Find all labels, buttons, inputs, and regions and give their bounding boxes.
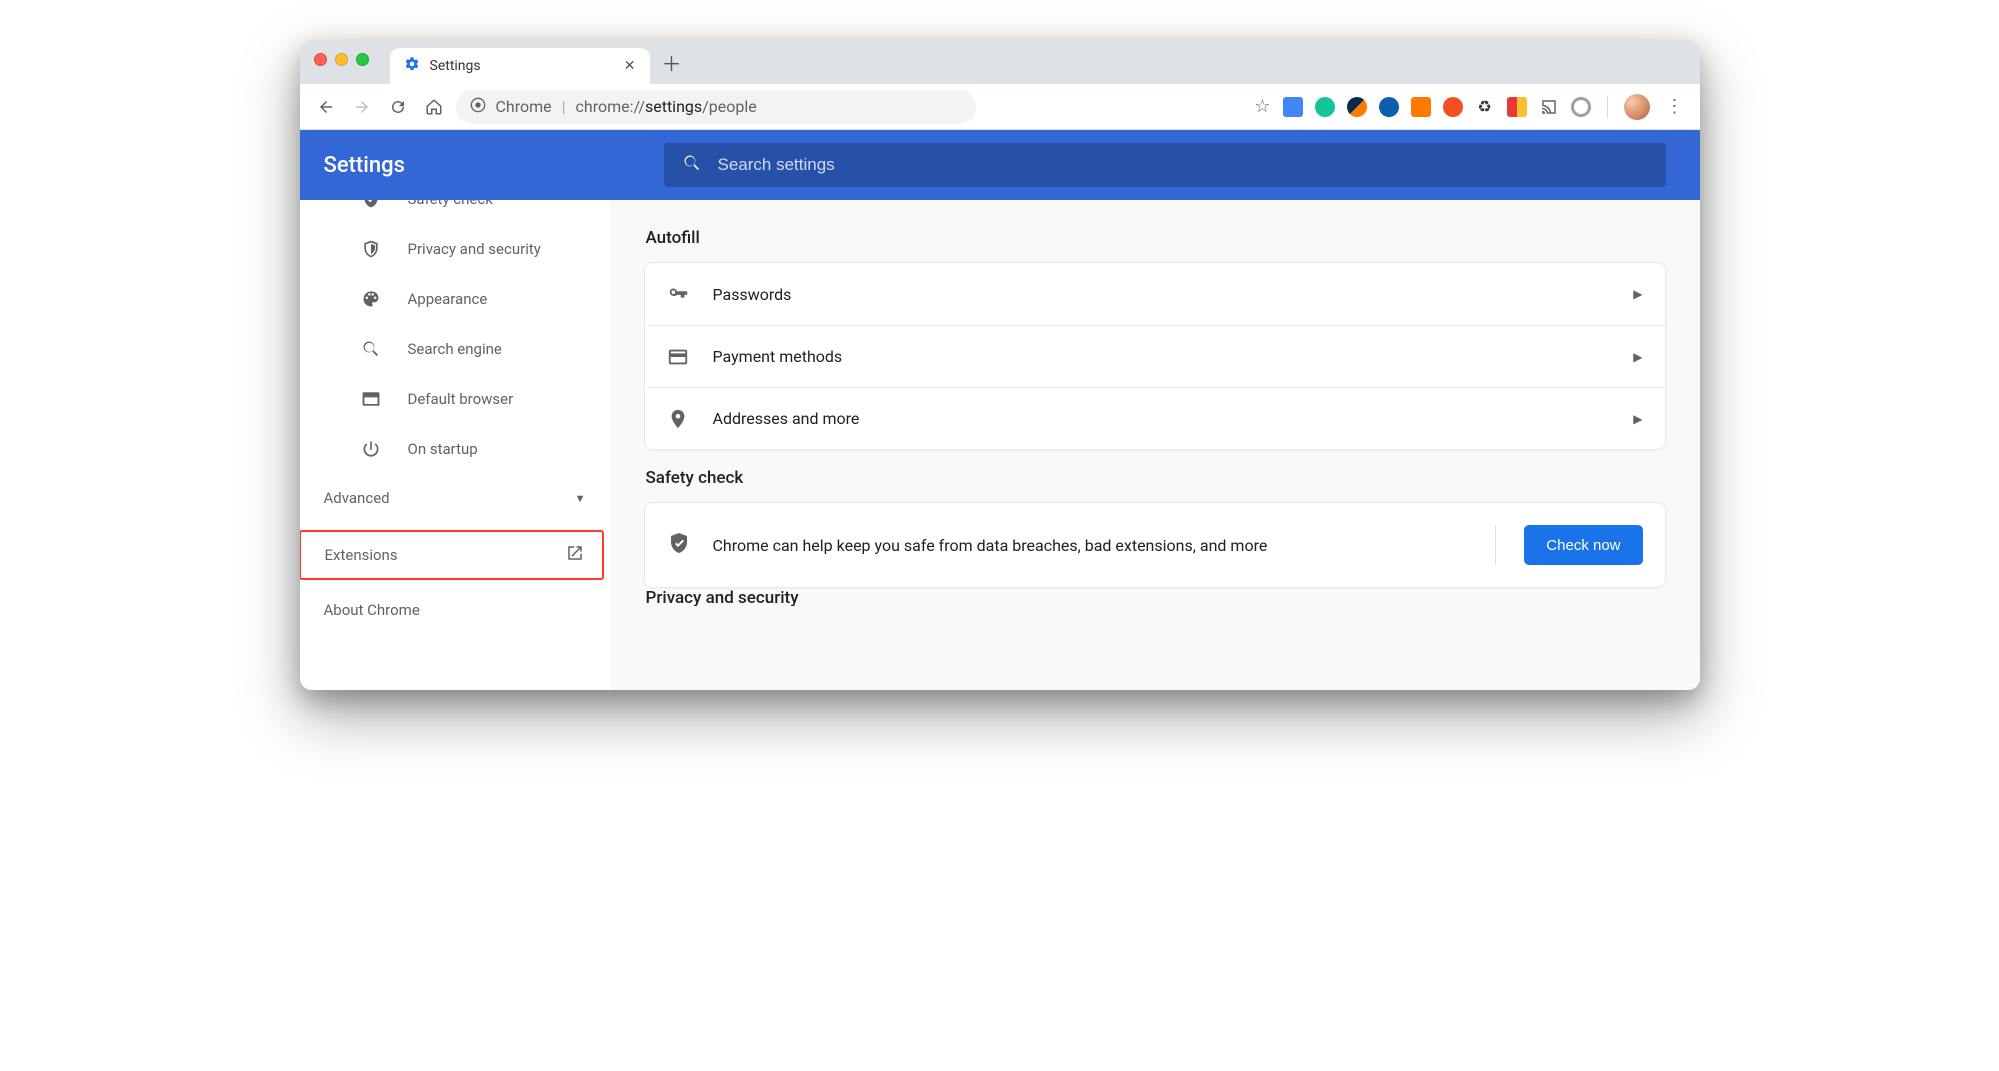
sidebar-extensions-label: Extensions	[325, 546, 398, 564]
toolbar-right: ☆ ♻ ⋮	[1254, 94, 1687, 120]
browser-icon	[360, 389, 382, 409]
sidebar-item-label: On startup	[408, 440, 478, 458]
ext-bookmark-icon[interactable]	[1507, 97, 1527, 117]
safety-check-card: Chrome can help keep you safe from data …	[644, 502, 1666, 588]
menu-button[interactable]: ⋮	[1662, 96, 1688, 117]
pin-icon	[667, 408, 689, 430]
row-payment-methods[interactable]: Payment methods ▶	[645, 325, 1665, 387]
ext-similarweb-icon[interactable]	[1347, 97, 1367, 117]
settings-header: Settings	[300, 130, 1700, 200]
ext-tomato-icon[interactable]	[1443, 97, 1463, 117]
sidebar-item-safety-check[interactable]: Safety check	[300, 200, 610, 224]
card-icon	[667, 346, 689, 368]
sidebar-item-privacy-security[interactable]: Privacy and security	[300, 224, 610, 274]
url-host: settings	[645, 97, 702, 116]
power-icon	[360, 439, 382, 459]
omnibox-separator: |	[562, 97, 566, 116]
section-title-privacy: Privacy and security	[646, 588, 1666, 606]
ext-recycle-icon[interactable]: ♻	[1475, 97, 1495, 117]
extensions-icons: ♻	[1283, 97, 1591, 117]
sidebar-item-label: Default browser	[408, 390, 514, 408]
sidebar-extensions[interactable]: Extensions	[300, 530, 604, 580]
chevron-right-icon: ▶	[1633, 287, 1642, 301]
search-settings-input[interactable]	[718, 155, 1648, 175]
url-scheme: chrome://	[576, 97, 645, 116]
sidebar-advanced[interactable]: Advanced ▼	[300, 474, 610, 522]
omnibox-url: chrome://settings/people	[576, 97, 757, 116]
url-path: /people	[702, 97, 757, 116]
autofill-card: Passwords ▶ Payment methods ▶ Addresses …	[644, 262, 1666, 450]
safety-check-text: Chrome can help keep you safe from data …	[713, 536, 1472, 555]
browser-window: Settings ✕ ＋ Chrome | chrome://settings/…	[300, 40, 1700, 690]
settings-title: Settings	[324, 153, 634, 178]
forward-button[interactable]	[348, 93, 376, 121]
sidebar-item-default-browser[interactable]: Default browser	[300, 374, 610, 424]
sidebar-item-appearance[interactable]: Appearance	[300, 274, 610, 324]
ext-amazon-icon[interactable]	[1379, 97, 1399, 117]
sidebar-item-label: Privacy and security	[408, 240, 541, 258]
divider	[1495, 525, 1496, 565]
tab-title: Settings	[430, 58, 481, 74]
gear-icon	[404, 56, 420, 76]
reload-button[interactable]	[384, 93, 412, 121]
chevron-right-icon: ▶	[1633, 412, 1642, 426]
browser-toolbar: Chrome | chrome://settings/people ☆ ♻	[300, 84, 1700, 130]
bookmark-star-icon[interactable]: ☆	[1254, 96, 1270, 117]
close-window-icon[interactable]	[314, 53, 327, 66]
sidebar-about-chrome[interactable]: About Chrome	[300, 588, 610, 632]
sidebar-item-label: Appearance	[408, 290, 488, 308]
sidebar-item-search-engine[interactable]: Search engine	[300, 324, 610, 374]
maximize-window-icon[interactable]	[356, 53, 369, 66]
back-button[interactable]	[312, 93, 340, 121]
palette-icon	[360, 289, 382, 309]
key-icon	[667, 283, 689, 305]
shield-icon	[360, 239, 382, 259]
row-addresses[interactable]: Addresses and more ▶	[645, 387, 1665, 449]
home-button[interactable]	[420, 93, 448, 121]
ext-circle-icon[interactable]	[1571, 97, 1591, 117]
check-now-button[interactable]: Check now	[1524, 525, 1642, 565]
row-passwords[interactable]: Passwords ▶	[645, 263, 1665, 325]
close-tab-icon[interactable]: ✕	[624, 58, 636, 74]
ext-cast-icon[interactable]	[1539, 97, 1559, 117]
sidebar-about-label: About Chrome	[324, 601, 420, 619]
minimize-window-icon[interactable]	[335, 53, 348, 66]
ext-grammarly-icon[interactable]	[1315, 97, 1335, 117]
search-icon	[682, 153, 702, 178]
row-label: Addresses and more	[713, 409, 860, 428]
section-privacy-cutoff: Privacy and security	[644, 588, 1666, 606]
chevron-down-icon: ▼	[575, 492, 586, 505]
profile-avatar[interactable]	[1624, 94, 1650, 120]
sidebar-item-on-startup[interactable]: On startup	[300, 424, 610, 474]
omnibox-label: Chrome	[496, 97, 552, 116]
ext-translate-icon[interactable]	[1283, 97, 1303, 117]
open-in-new-icon	[566, 544, 584, 566]
search-settings-box[interactable]	[664, 143, 1666, 187]
settings-sidebar: Safety check Privacy and security Appear…	[300, 200, 610, 690]
sidebar-item-label: Search engine	[408, 340, 502, 358]
address-bar[interactable]: Chrome | chrome://settings/people	[456, 90, 976, 124]
shield-check-icon	[360, 200, 382, 209]
sidebar-item-label: Safety check	[408, 200, 493, 208]
new-tab-button[interactable]: ＋	[656, 48, 688, 77]
settings-body: Safety check Privacy and security Appear…	[300, 200, 1700, 690]
toolbar-divider	[1607, 96, 1608, 118]
section-title-safety: Safety check	[646, 468, 1666, 488]
sidebar-advanced-label: Advanced	[324, 489, 390, 507]
section-title-autofill: Autofill	[646, 228, 1666, 248]
settings-main: Autofill Passwords ▶ Payment methods ▶	[610, 200, 1700, 690]
row-label: Payment methods	[713, 347, 843, 366]
browser-tab[interactable]: Settings ✕	[390, 48, 650, 84]
chrome-icon	[470, 97, 486, 117]
tab-strip: Settings ✕ ＋	[300, 40, 1700, 84]
window-controls	[314, 53, 369, 66]
row-label: Passwords	[713, 285, 792, 304]
ext-analytics-icon[interactable]	[1411, 97, 1431, 117]
chevron-right-icon: ▶	[1633, 350, 1642, 364]
shield-check-icon	[667, 531, 691, 559]
search-icon	[360, 339, 382, 359]
